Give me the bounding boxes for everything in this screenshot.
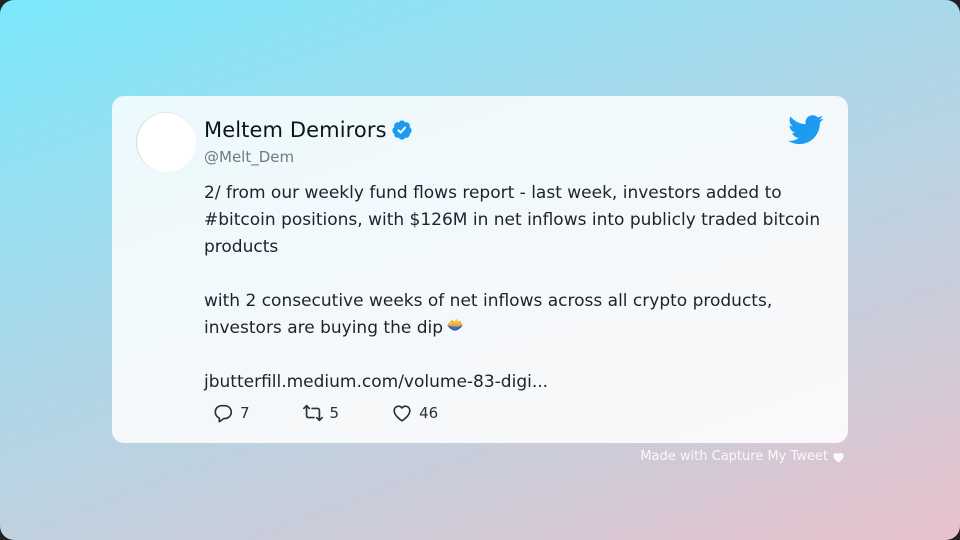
tweet-actions: 7 5 46 [212,402,482,424]
watermark: Made with Capture My Tweet [640,449,845,464]
tweet-paragraph: with 2 consecutive weeks of net inflows … [204,288,824,342]
tweet-text: 2/ from our weekly fund flows report - l… [204,180,824,396]
tweet-link[interactable]: jbutterfill.medium.com/volume-83-digi... [204,369,824,396]
reply-count: 7 [240,404,250,422]
chip-bowl-emoji-icon [447,318,463,331]
avatar[interactable] [136,112,196,172]
retweet-count: 5 [329,404,340,422]
tweet-card: Meltem Demirors @Melt_Dem 2/ from our we… [112,96,848,443]
tweet-link-text[interactable]: jbutterfill.medium.com/volume-83-digi... [204,372,548,392]
tweet-paragraph: 2/ from our weekly fund flows report - l… [204,183,821,257]
author-name[interactable]: Meltem Demirors [204,118,387,142]
verified-badge-icon [392,120,412,140]
background-canvas: Meltem Demirors @Melt_Dem 2/ from our we… [0,0,960,540]
author-row: Meltem Demirors [204,116,413,144]
heart-icon [393,405,411,422]
twitter-bird-icon[interactable] [788,115,824,145]
retweet-button[interactable]: 5 [302,402,340,424]
watermark-text: Made with Capture My Tweet [640,449,828,464]
reply-button[interactable]: 7 [212,402,250,424]
reply-icon [214,404,233,423]
heart-icon [833,452,844,462]
retweet-icon [302,404,323,422]
tweet-paragraph-text: with 2 consecutive weeks of net inflows … [204,291,773,338]
like-button[interactable]: 46 [391,402,438,424]
author-handle[interactable]: @Melt_Dem [204,148,294,166]
like-count: 46 [419,404,439,422]
